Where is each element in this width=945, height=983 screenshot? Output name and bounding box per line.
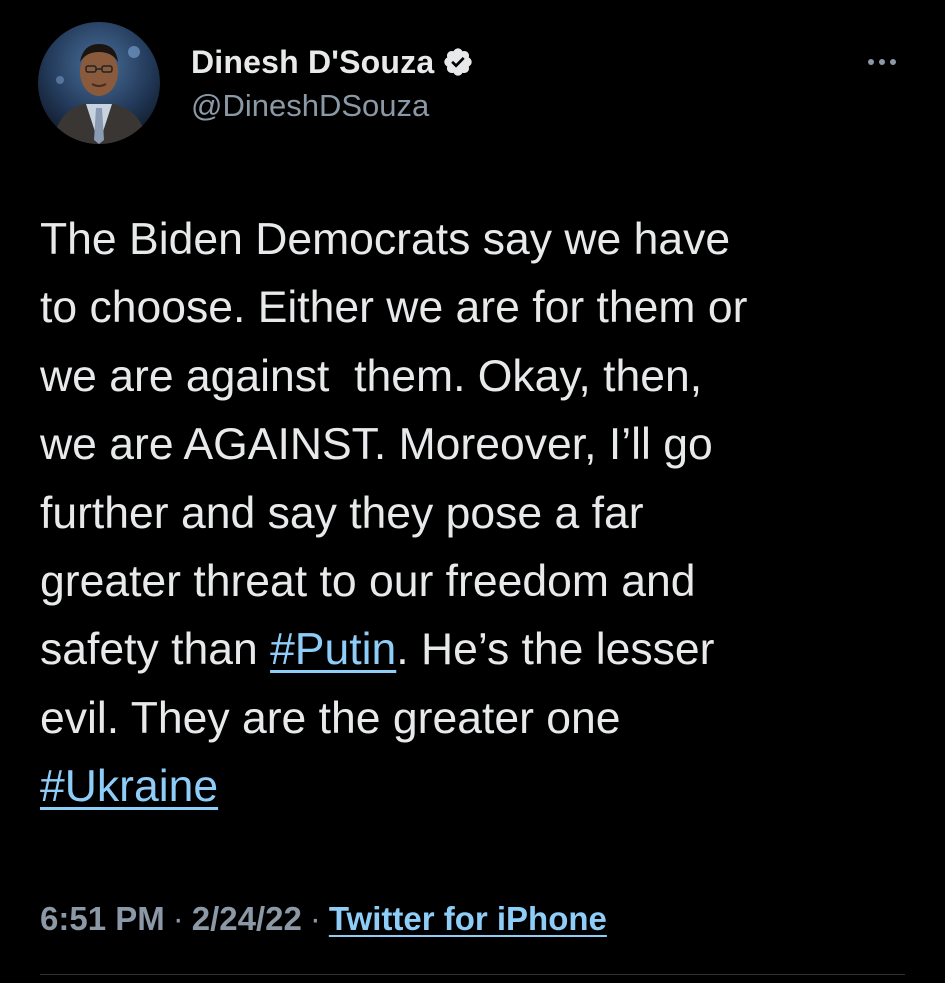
tweet-text-segment: The Biden Democrats say we have: [40, 215, 731, 264]
avatar-photo: [38, 22, 160, 144]
tweet-text: The Biden Democrats say we have to choose…: [40, 206, 920, 822]
divider: [40, 974, 905, 975]
tweet-text-line: greater threat to our freedom and: [40, 548, 920, 616]
tweet-text-line: further and say they pose a far: [40, 480, 920, 548]
avatar[interactable]: [38, 22, 160, 144]
more-options-icon: [868, 59, 896, 65]
tweet-date[interactable]: 2/24/22: [192, 900, 302, 938]
tweet-text-line: The Biden Democrats say we have: [40, 206, 920, 274]
tweet-text-line: to choose. Either we are for them or: [40, 274, 920, 342]
tweet-text-segment: we are AGAINST. Moreover, I’ll go: [40, 420, 713, 470]
tweet-text-line: #Ukraine: [40, 753, 920, 821]
meta-separator: ·: [309, 900, 321, 937]
tweet-time[interactable]: 6:51 PM: [40, 900, 165, 938]
tweet-text-line: we are AGAINST. Moreover, I’ll go: [40, 411, 920, 479]
hashtag-link[interactable]: #Putin: [270, 625, 396, 674]
tweet-text-segment: . He’s the lesser: [396, 625, 715, 675]
tweet-text-segment: to choose. Either we are for them or: [40, 283, 748, 333]
tweet-source-link[interactable]: Twitter for iPhone: [329, 900, 607, 938]
verified-badge-icon: [442, 46, 474, 78]
tweet-text-line: evil. They are the greater one: [40, 685, 920, 753]
tweet-text-line: safety than #Putin. He’s the lesser: [40, 616, 920, 684]
author-name-row: Dinesh D'Souza: [191, 42, 474, 82]
hashtag-link[interactable]: #Ukraine: [40, 762, 218, 811]
tweet-meta: 6:51 PM · 2/24/22 · Twitter for iPhone: [40, 900, 607, 938]
tweet-text-segment: safety than: [40, 625, 271, 675]
more-options-button[interactable]: [858, 48, 906, 76]
tweet-text-segment: greater threat to our freedom and: [40, 556, 696, 606]
author-handle[interactable]: @DineshDSouza: [191, 88, 429, 124]
tweet-text-segment: further and say they pose a far: [40, 488, 644, 538]
meta-separator: ·: [172, 900, 184, 937]
tweet-text-segment: we are against them. Okay, then,: [40, 351, 703, 401]
tweet-text-segment: evil. They are the greater one: [40, 693, 621, 743]
tweet-card: Dinesh D'Souza @DineshDSouza The Biden D…: [0, 0, 945, 983]
author-name[interactable]: Dinesh D'Souza: [191, 44, 434, 81]
tweet-text-line: we are against them. Okay, then,: [40, 343, 920, 411]
